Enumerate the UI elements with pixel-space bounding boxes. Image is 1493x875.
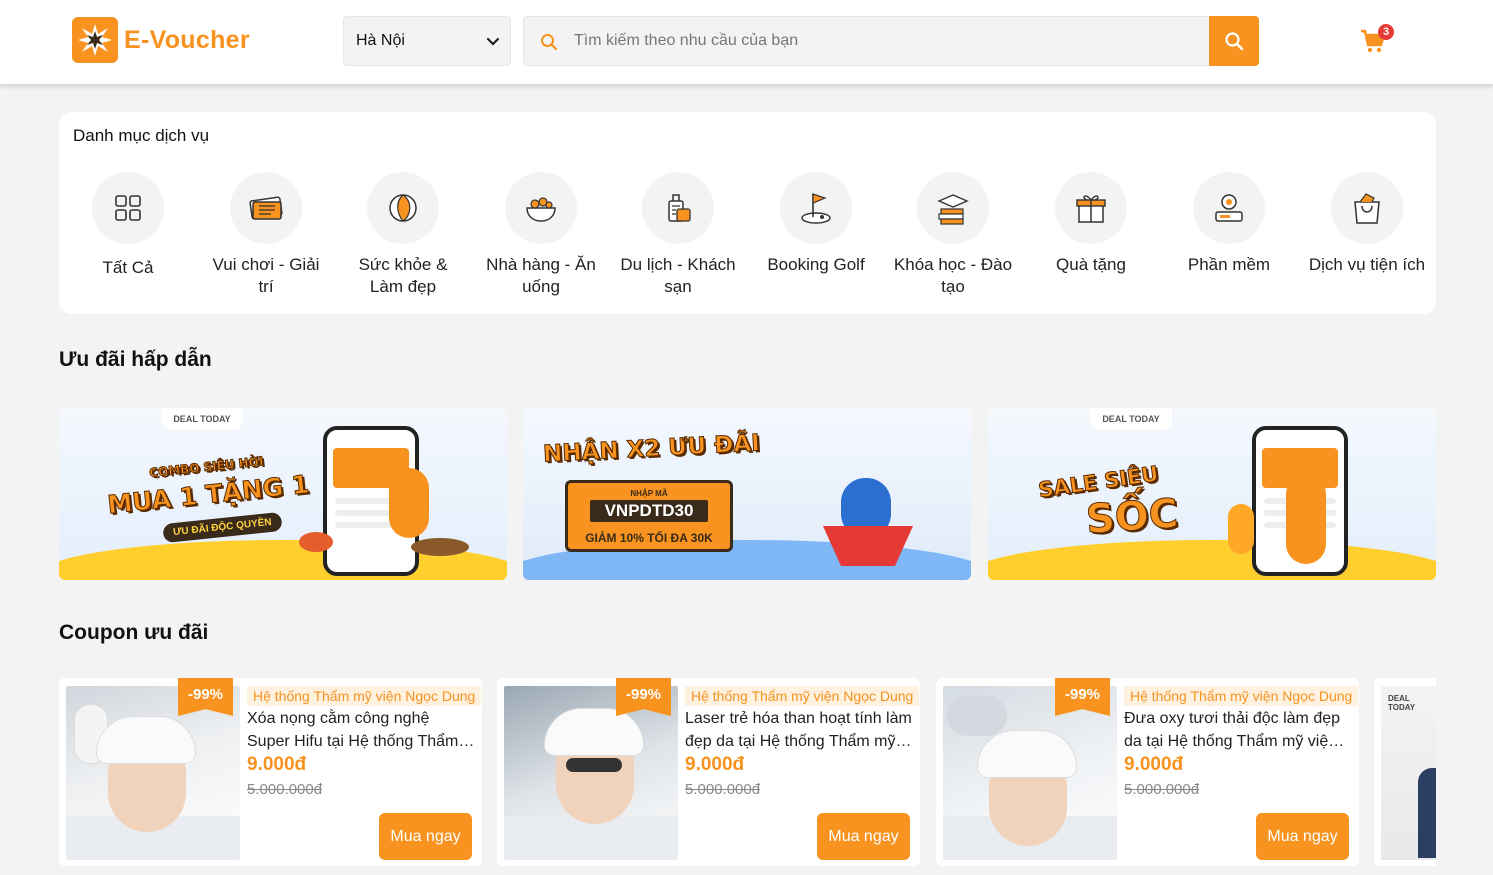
category-panel: Danh mục dịch vụ Tất Cả Vui chơi - Giải … xyxy=(59,112,1436,314)
city-select[interactable]: Hà Nội xyxy=(343,16,511,66)
grid-icon xyxy=(92,172,164,244)
ticket-icon xyxy=(230,172,302,244)
coupon-old-price: 5.000.000đ xyxy=(1124,781,1200,798)
search-icon xyxy=(541,34,558,51)
coupon-price: 9.000đ xyxy=(247,754,307,775)
cart-count-badge: 3 xyxy=(1378,24,1394,40)
graduation-books-icon xyxy=(917,172,989,244)
buy-now-button[interactable]: Mua ngay xyxy=(817,813,910,860)
person-illustration xyxy=(1286,474,1326,564)
chevron-down-icon xyxy=(486,37,500,46)
person-illustration xyxy=(1228,504,1254,554)
category-label: Quà tặng xyxy=(1056,255,1126,274)
gift-icon xyxy=(1055,172,1127,244)
coupon-card-partial[interactable]: DEAL TODAY xyxy=(1374,678,1436,866)
coupon-title[interactable]: Laser trẻ hóa than hoạt tính làm đẹp da … xyxy=(685,707,913,753)
deals-section-title: Ưu đãi hấp dẫn xyxy=(59,348,212,371)
category-item-golf[interactable]: Booking Golf xyxy=(756,172,876,276)
beauty-face-icon xyxy=(367,172,439,244)
coupon-brand[interactable]: Hệ thống Thẩm mỹ viện Ngọc Dung xyxy=(685,686,920,706)
coupon-old-price: 5.000.000đ xyxy=(685,781,761,798)
category-label: Sức khỏe & Làm đẹp xyxy=(358,255,448,296)
category-panel-title: Danh mục dịch vụ xyxy=(73,126,210,145)
coupon-image xyxy=(943,686,1117,860)
category-item-gifts[interactable]: Quà tặng xyxy=(1031,172,1151,276)
coupons-section-title: Coupon ưu đãi xyxy=(59,621,209,644)
promo-banner-flash-sale[interactable]: DEAL TODAY SALE SIÊU SỐC xyxy=(988,408,1436,580)
buy-now-button[interactable]: Mua ngay xyxy=(379,813,472,860)
coupon-brand[interactable]: Hệ thống Thẩm mỹ viện Ngọc Dung xyxy=(1124,686,1359,706)
banner-headline: NHẬN X2 ƯU ĐÃI xyxy=(542,430,761,468)
promo-discount: GIẢM 10% TỐI ĐA 30K xyxy=(585,531,713,545)
category-label: Vui chơi - Giải trí xyxy=(212,255,320,296)
software-user-icon xyxy=(1193,172,1265,244)
banner-headline: MUA 1 TẶNG 1 xyxy=(106,469,311,520)
coupon-image xyxy=(66,686,240,860)
deal-today-tag: DEAL TODAY xyxy=(1090,408,1172,430)
category-item-software[interactable]: Phần mềm xyxy=(1169,172,1289,276)
promo-banner-x2[interactable]: NHẬN X2 ƯU ĐÃI NHẬP MÃ VNPDTD30 GIẢM 10%… xyxy=(523,408,971,580)
logo[interactable]: E-Voucher xyxy=(72,17,250,63)
promo-banner-buy1get1[interactable]: DEAL TODAY COMBO SIÊU HỜI MUA 1 TẶNG 1 Ư… xyxy=(59,408,507,580)
category-item-entertainment[interactable]: Vui chơi - Giải trí xyxy=(206,172,326,298)
coupon-card[interactable]: -99% Hệ thống Thẩm mỹ viện Ngọc Dung Xóa… xyxy=(59,678,482,866)
category-item-beauty[interactable]: Sức khỏe & Làm đẹp xyxy=(343,172,463,298)
category-item-food[interactable]: Nhà hàng - Ăn uống xyxy=(481,172,601,298)
category-item-courses[interactable]: Khóa học - Đào tạo xyxy=(893,172,1013,298)
luggage-icon xyxy=(642,172,714,244)
shopping-bag-icon xyxy=(1331,172,1403,244)
banner-decor-band xyxy=(988,540,1436,580)
logo-mark-icon xyxy=(72,17,118,63)
person-illustration xyxy=(1418,768,1436,858)
banner-headline-big: SỐC xyxy=(1084,490,1180,544)
food-illustration xyxy=(299,532,333,552)
category-label: Dịch vụ tiện ích xyxy=(1308,255,1426,274)
coupon-title[interactable]: Xóa nọng cằm công nghệ Super Hifu tại Hệ… xyxy=(247,707,475,753)
promo-code: VNPDTD30 xyxy=(590,500,708,522)
golf-flag-icon xyxy=(780,172,852,244)
food-bowl-icon xyxy=(505,172,577,244)
coupon-card[interactable]: -99% Hệ thống Thẩm mỹ viện Ngọc Dung Đưa… xyxy=(936,678,1359,866)
promo-code-label: NHẬP MÃ xyxy=(630,489,668,498)
category-label: Phần mềm xyxy=(1187,255,1271,274)
category-label: Tất Cả xyxy=(102,258,154,277)
search-icon xyxy=(1225,32,1244,51)
search-bar xyxy=(523,16,1259,66)
search-button[interactable] xyxy=(1209,16,1259,66)
coupon-title[interactable]: Đưa oxy tươi thải độc làm đẹp da tại Hệ … xyxy=(1124,707,1352,753)
deal-today-tag: DEAL TODAY xyxy=(161,408,243,430)
top-header: E-Voucher Hà Nội 3 xyxy=(0,0,1493,85)
coupon-brand[interactable]: Hệ thống Thẩm mỹ viện Ngọc Dung xyxy=(247,686,482,706)
category-item-utilities[interactable]: Dịch vụ tiện ích xyxy=(1307,172,1427,276)
category-label: Booking Golf xyxy=(767,255,865,274)
coupon-price: 9.000đ xyxy=(1124,754,1184,775)
banner-pill: ƯU ĐÃI ĐỘC QUYỀN xyxy=(162,511,283,544)
coupon-price: 9.000đ xyxy=(685,754,745,775)
category-label: Du lịch - Khách sạn xyxy=(620,255,736,296)
coupon-old-price: 5.000.000đ xyxy=(247,781,323,798)
coupon-image xyxy=(504,686,678,860)
city-select-value: Hà Nội xyxy=(356,32,405,49)
category-item-all[interactable]: Tất Cả xyxy=(68,172,188,279)
food-illustration xyxy=(411,538,469,556)
category-label: Nhà hàng - Ăn uống xyxy=(486,255,596,296)
logo-text: E-Voucher xyxy=(124,25,250,54)
buy-now-button[interactable]: Mua ngay xyxy=(1256,813,1349,860)
person-illustration xyxy=(389,468,429,538)
coupon-card[interactable]: -99% Hệ thống Thẩm mỹ viện Ngọc Dung Las… xyxy=(497,678,920,866)
deal-today-tag: DEAL TODAY xyxy=(1388,694,1416,712)
category-item-travel[interactable]: Du lịch - Khách sạn xyxy=(618,172,738,298)
category-label: Khóa học - Đào tạo xyxy=(893,255,1013,296)
search-input[interactable] xyxy=(574,17,1204,65)
promo-code-ticket: NHẬP MÃ VNPDTD30 GIẢM 10% TỐI ĐA 30K xyxy=(565,480,733,552)
